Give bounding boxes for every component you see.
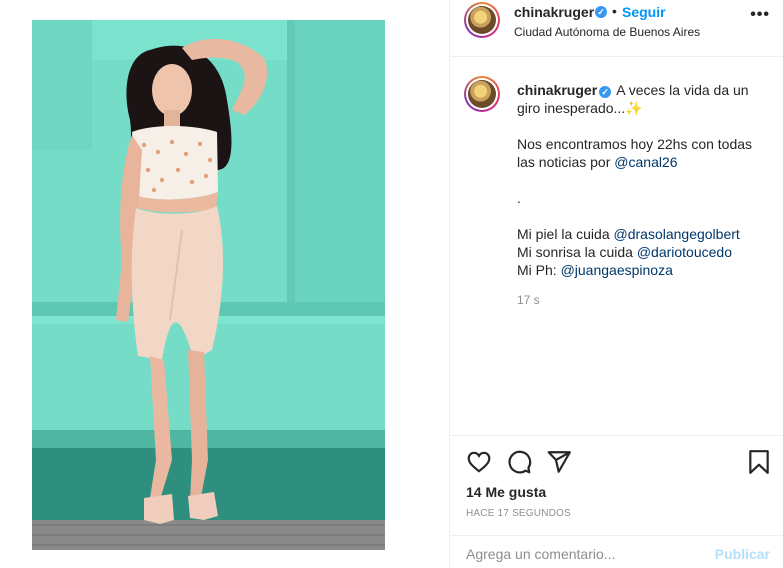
credit-line: Mi piel la cuida @drasolangegolbert [517, 225, 767, 243]
post-header: chinakruger ✓ • Seguir Ciudad Autónoma d… [450, 0, 783, 57]
credit-label: Mi Ph: [517, 262, 557, 278]
mention-link[interactable]: @canal26 [614, 154, 677, 170]
comments-area: chinakruger ✓ A veces la vida da un giro … [450, 58, 783, 434]
comment-input[interactable] [466, 546, 696, 562]
mention-link[interactable]: @drasolangegolbert [614, 226, 740, 242]
separator-dot: • [612, 3, 617, 19]
location-link[interactable]: Ciudad Autónoma de Buenos Aires [514, 25, 700, 39]
follow-button[interactable]: Seguir [622, 4, 666, 20]
caption-username[interactable]: chinakruger [517, 82, 597, 98]
caption-avatar[interactable] [464, 76, 500, 112]
caption-first-paragraph: chinakruger ✓ A veces la vida da un giro … [517, 81, 767, 117]
caption-timestamp[interactable]: 17 s [517, 293, 540, 307]
post-media [0, 0, 449, 568]
caption-credits: Mi piel la cuida @drasolangegolbert Mi s… [517, 225, 767, 279]
mention-link[interactable]: @dariotoucedo [637, 244, 732, 260]
credit-label: Mi piel la cuida [517, 226, 610, 242]
woman-photo-illustration [32, 20, 385, 550]
likes-count[interactable]: 14 Me gusta [466, 484, 546, 500]
publish-button[interactable]: Publicar [715, 546, 770, 562]
header-username[interactable]: chinakruger [514, 4, 594, 20]
more-options-icon[interactable]: ••• [750, 6, 770, 24]
caption-paragraph-news: Nos encontramos hoy 22hs con todas las n… [517, 135, 767, 171]
sparkles-emoji: ✨ [625, 100, 643, 116]
post-photo[interactable] [32, 20, 385, 550]
avatar-image [468, 80, 496, 108]
heart-icon[interactable] [466, 449, 492, 475]
post-time-ago[interactable]: HACE 17 SEGUNDOS [466, 508, 571, 519]
credit-line: Mi Ph: @juangaespinoza [517, 261, 767, 279]
instagram-post: chinakruger ✓ • Seguir Ciudad Autónoma d… [0, 0, 783, 568]
action-bar: 14 Me gusta HACE 17 SEGUNDOS [450, 435, 783, 525]
credit-label: Mi sonrisa la cuida [517, 244, 633, 260]
comment-icon[interactable] [506, 449, 532, 475]
mention-link[interactable]: @juangaespinoza [561, 262, 673, 278]
credit-line: Mi sonrisa la cuida @dariotoucedo [517, 243, 767, 261]
add-comment-bar: Publicar [450, 535, 783, 568]
verified-badge-icon: ✓ [599, 86, 612, 98]
verified-badge-icon: ✓ [595, 6, 607, 18]
caption: chinakruger ✓ A veces la vida da un giro … [517, 81, 767, 279]
caption-paragraph-dot: . [517, 190, 521, 206]
avatar-image [468, 6, 496, 34]
bookmark-icon[interactable] [746, 449, 772, 475]
avatar[interactable] [464, 2, 500, 38]
post-side-panel: chinakruger ✓ • Seguir Ciudad Autónoma d… [449, 0, 783, 568]
share-icon[interactable] [546, 449, 572, 475]
